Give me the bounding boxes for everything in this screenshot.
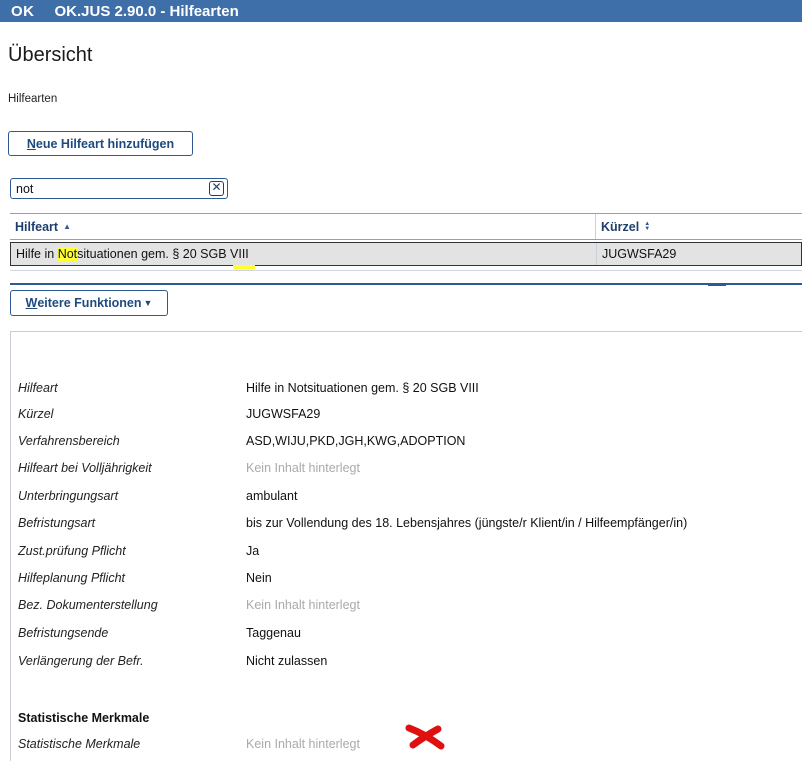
cell-text: situationen gem. § 20 SGB VIII	[77, 247, 249, 261]
detail-label: Hilfeart bei Volljährigkeit	[18, 461, 152, 475]
hilfearten-table: Hilfeart ▲ Kürzel ▲ ▼ Hilfe in Not situation…	[10, 213, 802, 266]
column-header-hilfeart[interactable]: Hilfeart ▲	[10, 214, 595, 239]
search-input[interactable]: not ✕	[10, 178, 228, 199]
detail-value: Hilfe in Notsituationen gem. § 20 SGB VI…	[246, 381, 479, 395]
detail-row: Hilfeart Hilfe in Notsituationen gem. § 2…	[18, 381, 479, 395]
detail-label: Statistische Merkmale	[18, 737, 141, 751]
detail-row: Hilfeart bei Volljährigkeit Kein Inhalt h…	[18, 461, 360, 475]
detail-label: Hilfeart	[18, 381, 58, 395]
detail-value-empty: Kein Inhalt hinterlegt	[246, 598, 360, 612]
clear-search-icon[interactable]: ✕	[209, 181, 224, 196]
detail-label: Hilfeplanung Pflicht	[18, 571, 126, 585]
breadcrumb: Hilfearten	[8, 93, 58, 105]
column-header-kuerzel[interactable]: Kürzel ▲ ▼	[595, 214, 802, 239]
cell-kuerzel: JUGWSFA29	[596, 243, 801, 265]
detail-row: Befristungsende Taggenau	[18, 626, 301, 640]
detail-value-empty: Kein Inhalt hinterlegt	[246, 737, 360, 751]
detail-label: Befristungsende	[18, 626, 109, 640]
detail-value: Nein	[246, 571, 272, 585]
detail-label: Kürzel	[18, 407, 54, 421]
detail-value: JUGWSFA29	[246, 407, 321, 421]
page-title: Übersicht	[8, 44, 93, 66]
column-label: Kürzel	[601, 219, 640, 234]
detail-value: Nicht zulassen	[246, 654, 328, 668]
detail-value: Taggenau	[246, 626, 301, 640]
detail-row: Kürzel JUGWSFA29	[18, 407, 320, 421]
add-hilfeart-mnemonic: N	[26, 136, 36, 151]
detail-value-empty: Kein Inhalt hinterlegt	[246, 461, 360, 475]
detail-label: Verfahrensbereich	[18, 434, 120, 448]
annotation-x-mark-icon	[405, 724, 445, 750]
detail-value: ambulant	[246, 489, 298, 503]
sort-both-icon: ▲ ▼	[644, 220, 650, 232]
cell-hilfeart: Hilfe in Not situationen gem. § 20 SGB VI…	[11, 243, 596, 265]
cell-text: Hilfe in	[16, 247, 58, 261]
title-bar: OK OK.JUS 2.90.0 - Hilfearten	[0, 0, 802, 22]
add-hilfeart-label: eue Hilfeart hinzufügen	[35, 136, 175, 151]
more-functions-button[interactable]: Weitere Funktionen ▼	[10, 290, 168, 316]
detail-value: Ja	[246, 544, 260, 558]
table-row[interactable]: Hilfe in Not situationen gem. § 20 SGB VI…	[10, 242, 802, 266]
detail-value: ASD,WIJU,PKD,JGH,KWG,ADOPTION	[246, 434, 466, 448]
detail-label: Verlängerung der Befr.	[18, 654, 144, 668]
scroll-match-marker	[233, 265, 255, 269]
splitter-handle[interactable]	[708, 283, 726, 286]
detail-value: bis zur Vollendung des 18. Lebensjahres …	[246, 516, 688, 530]
add-hilfeart-button[interactable]: Neue Hilfeart hinzufügen	[8, 131, 193, 156]
detail-row: Befristungsart bis zur Vollendung des 18.…	[18, 516, 687, 530]
detail-row: Bez. Dokumenterstellung Kein Inhalt hinte…	[18, 598, 360, 612]
dropdown-caret-icon: ▼	[143, 298, 153, 308]
more-functions-mnemonic: W	[25, 296, 38, 310]
column-label: Hilfeart	[15, 219, 59, 234]
detail-row: Verfahrensbereich ASD,WIJU,PKD,JGH,KWG,AD…	[18, 434, 465, 448]
detail-row: Hilfeplanung Pflicht Nein	[18, 571, 272, 585]
splitter[interactable]	[10, 283, 802, 285]
section-title: Statistische Merkmale	[18, 711, 150, 725]
detail-label: Unterbringungsart	[18, 489, 119, 503]
search-match-highlight: Not	[57, 247, 78, 261]
table-scrollbar-track	[10, 270, 802, 271]
search-value: not	[16, 181, 34, 196]
detail-row: Verlängerung der Befr. Nicht zulassen	[18, 654, 327, 668]
sort-ascending-icon: ▲	[63, 222, 71, 231]
detail-row: Statistische Merkmale Kein Inhalt hinterl…	[18, 737, 360, 751]
detail-label: Zust.prüfung Pflicht	[18, 544, 126, 558]
window-title: OK.JUS 2.90.0 - Hilfearten	[54, 2, 239, 20]
detail-row: Zust.prüfung Pflicht Ja	[18, 544, 259, 558]
detail-label: Bez. Dokumenterstellung	[18, 598, 158, 612]
more-functions-label: eitere Funktionen	[37, 296, 142, 310]
detail-row: Unterbringungsart ambulant	[18, 489, 297, 503]
detail-label: Befristungsart	[18, 516, 96, 530]
app-logo: OK	[11, 2, 35, 20]
table-header: Hilfeart ▲ Kürzel ▲ ▼	[10, 213, 802, 240]
